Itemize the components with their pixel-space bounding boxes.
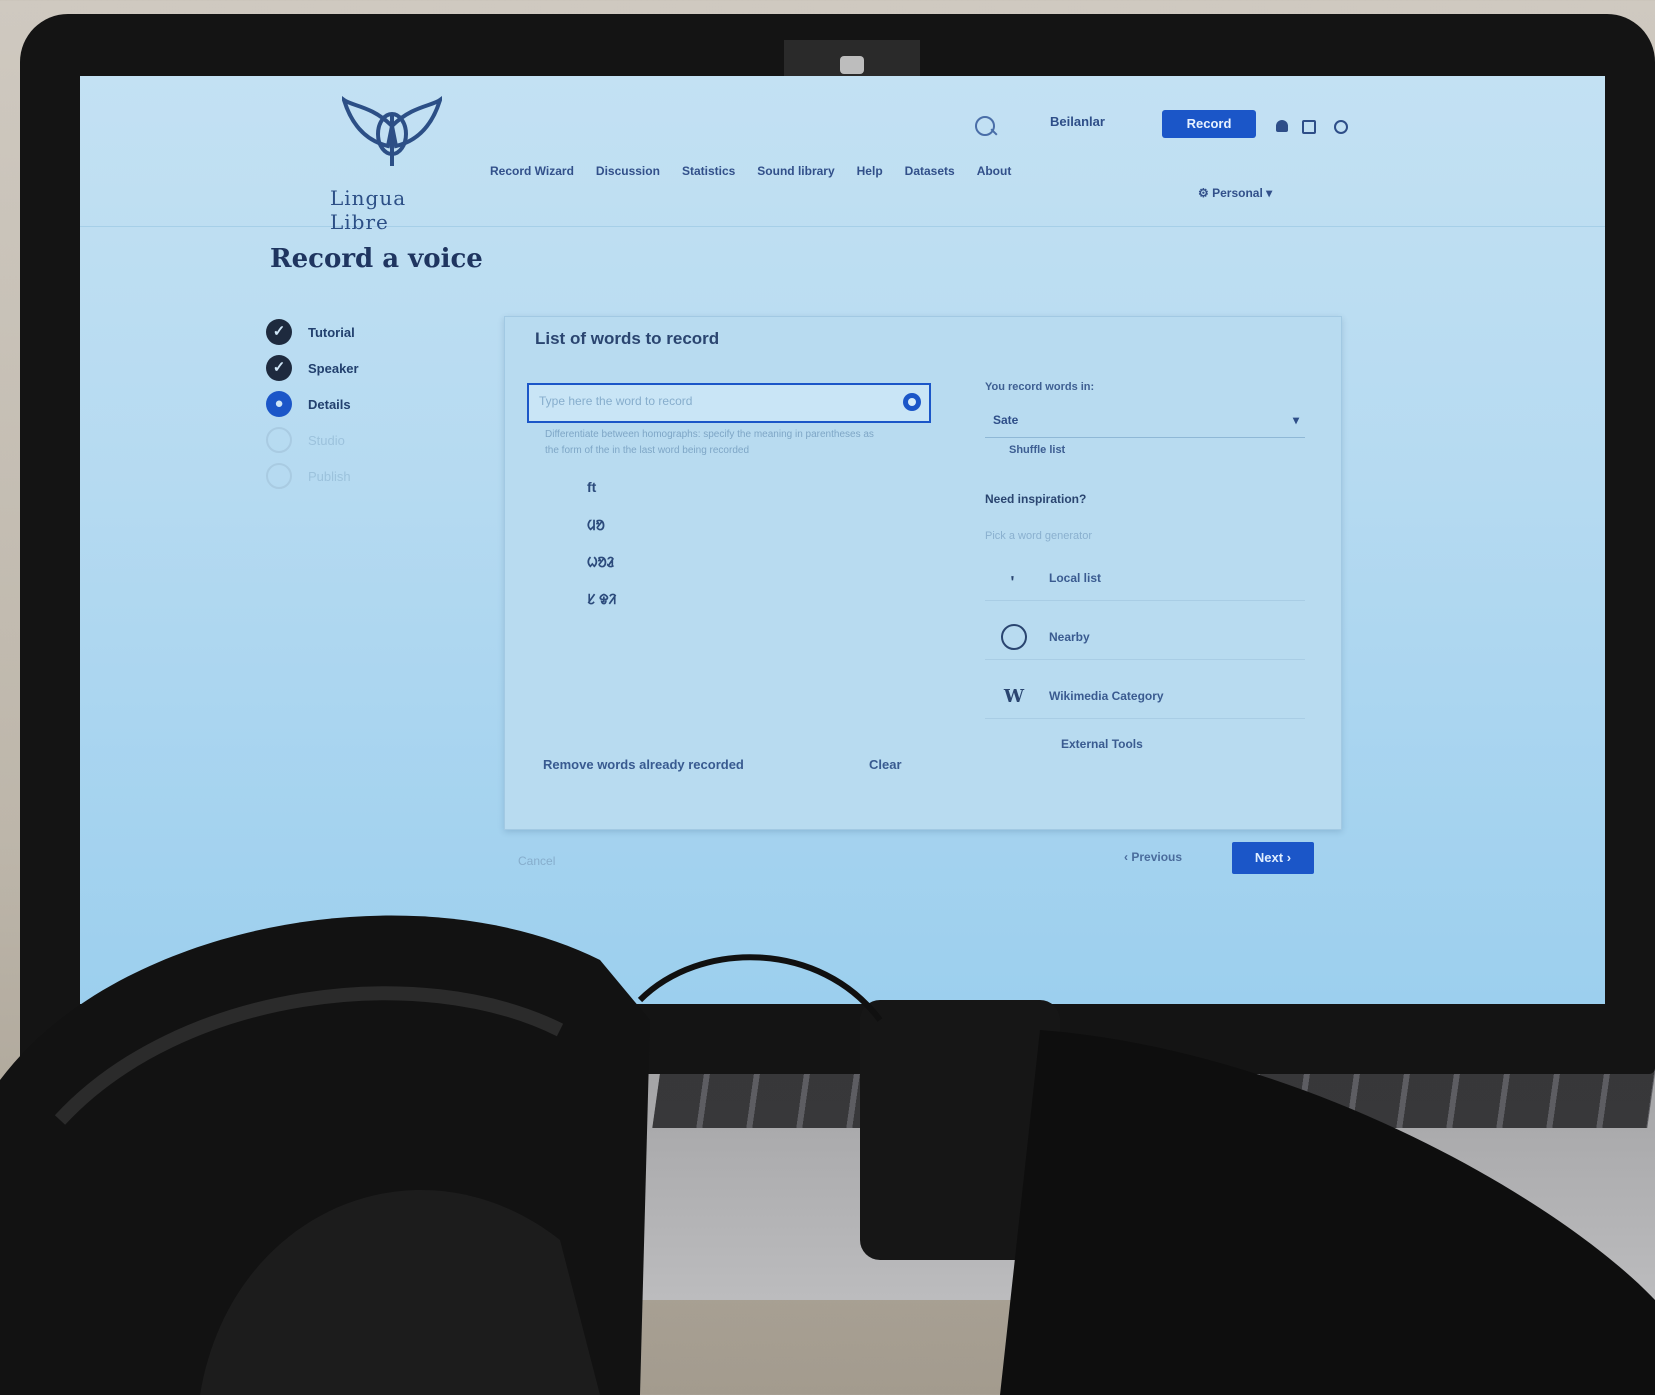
generator-nearby[interactable]: Nearby	[985, 615, 1305, 660]
nav-datasets[interactable]: Datasets	[905, 164, 955, 178]
logo-text: Lingua Libre	[330, 186, 407, 234]
inspiration-title: Need inspiration?	[985, 492, 1087, 506]
word-list: ft ᱢᱚ ᱦᱚᱲ ᱥ ᱫᱤ	[587, 479, 616, 627]
generator-label: Local list	[1049, 571, 1102, 585]
generator-panel: You record words in: Sate ▾ Shuffle list…	[985, 381, 1305, 751]
list-item[interactable]: ft	[587, 479, 616, 516]
nav-sound-library[interactable]: Sound library	[757, 164, 834, 178]
user-icon[interactable]	[1334, 120, 1348, 134]
search-icon[interactable]	[975, 116, 995, 136]
nav-record-wizard[interactable]: Record Wizard	[490, 164, 574, 178]
step-label: Speaker	[308, 360, 359, 376]
generator-local-list[interactable]: ᡃ Local list	[985, 556, 1305, 601]
generator-wikimedia-category[interactable]: W Wikimedia Category	[985, 674, 1305, 719]
add-word-icon[interactable]	[903, 393, 921, 411]
pending-step-icon	[266, 427, 292, 453]
logo[interactable]: Lingua Libre	[320, 96, 470, 234]
list-item[interactable]: ᱢᱚ	[587, 516, 616, 553]
step-label: Publish	[308, 468, 351, 484]
wizard-steps: ✓ Tutorial ✓ Speaker ● Details Studio Publi…	[266, 314, 359, 494]
language-selector[interactable]: Beilanlar	[1050, 114, 1105, 129]
step-label: Studio	[308, 432, 345, 448]
active-step-icon: ●	[266, 391, 292, 417]
list-item[interactable]: ᱥ ᱫᱤ	[587, 590, 616, 627]
step-tutorial[interactable]: ✓ Tutorial	[266, 314, 359, 350]
notification-icon[interactable]	[1276, 120, 1288, 132]
word-input-box	[527, 383, 931, 423]
language-value: Sate	[993, 413, 1019, 427]
previous-label: Previous	[1131, 850, 1183, 864]
nav-help[interactable]: Help	[857, 164, 883, 178]
main-nav: Record Wizard Discussion Statistics Soun…	[490, 164, 1011, 178]
list-item[interactable]: ᱦᱚᱲ	[587, 553, 616, 590]
chevron-down-icon: ▾	[1292, 413, 1299, 427]
language-dropdown[interactable]: Sate ▾	[985, 403, 1305, 438]
profile-menu-label: Personal	[1212, 186, 1263, 200]
nav-discussion[interactable]: Discussion	[596, 164, 660, 178]
generator-label: Wikimedia Category	[1049, 689, 1164, 703]
step-studio: Studio	[266, 422, 359, 458]
winged-logo-icon	[342, 96, 442, 166]
step-label: Tutorial	[308, 324, 355, 340]
step-label: Details	[308, 396, 351, 412]
headphones	[0, 915, 1655, 1395]
next-label: Next	[1254, 850, 1284, 865]
page-title: Record a voice	[270, 244, 483, 274]
word-list-card: List of words to record Differentiate be…	[504, 316, 1342, 830]
cancel-link[interactable]: Cancel	[518, 854, 555, 868]
step-details[interactable]: ● Details	[266, 386, 359, 422]
generator-label: Nearby	[1049, 630, 1090, 644]
step-speaker[interactable]: ✓ Speaker	[266, 350, 359, 386]
nav-about[interactable]: About	[977, 164, 1012, 178]
previous-button[interactable]: ‹ Previous	[1124, 850, 1182, 864]
input-hint: Differentiate between homographs: specif…	[545, 429, 874, 456]
profile-menu[interactable]: ⚙ Personal ▾	[1198, 186, 1272, 200]
chat-icon[interactable]	[1302, 120, 1316, 134]
check-icon: ✓	[266, 355, 292, 381]
shuffle-toggle[interactable]: Shuffle list	[1009, 444, 1305, 456]
wikipedia-icon: W	[1003, 685, 1025, 707]
inspiration-subtitle: Pick a word generator	[985, 530, 1092, 542]
compass-icon	[1001, 624, 1027, 650]
pending-step-icon	[266, 463, 292, 489]
remove-recorded-link[interactable]: Remove words already recorded	[543, 757, 744, 772]
list-icon: ᡃ	[1001, 563, 1027, 594]
nav-statistics[interactable]: Statistics	[682, 164, 735, 178]
record-button[interactable]: Record	[1162, 110, 1256, 138]
word-input[interactable]	[529, 385, 889, 417]
clear-link[interactable]: Clear	[869, 757, 902, 772]
record-in-label: You record words in:	[985, 381, 1095, 393]
external-tools-link[interactable]: External Tools	[1061, 737, 1305, 751]
site-header: Lingua Libre Beilanlar Record Record Wiz…	[80, 76, 1605, 234]
step-publish: Publish	[266, 458, 359, 494]
next-button[interactable]: Next ›	[1232, 842, 1314, 874]
check-icon: ✓	[266, 319, 292, 345]
camera-icon	[840, 56, 864, 74]
card-title: List of words to record	[535, 329, 720, 348]
laptop-screen: Lingua Libre Beilanlar Record Record Wiz…	[80, 76, 1605, 1004]
